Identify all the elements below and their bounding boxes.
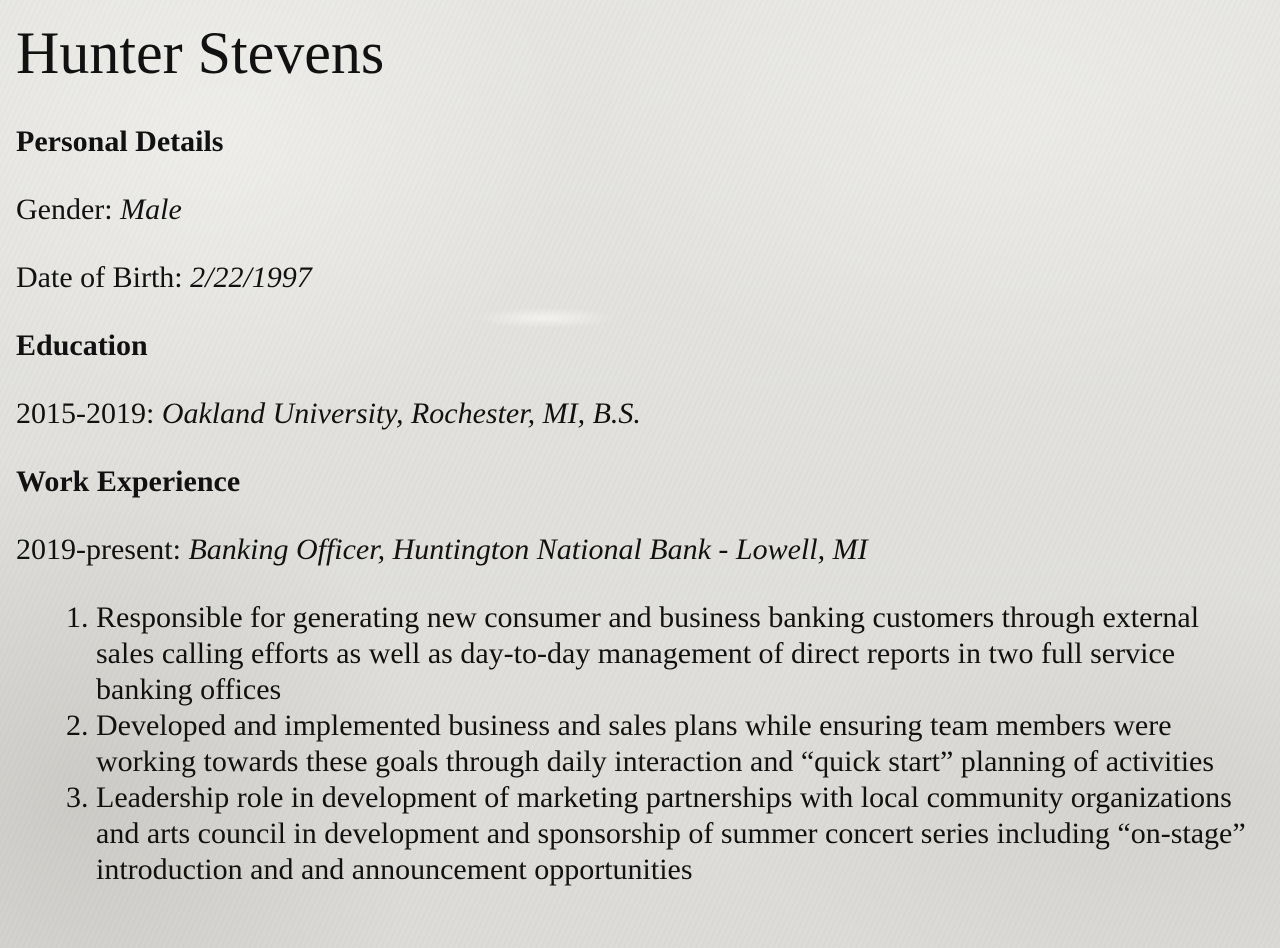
education-entry: 2015-2019: Oakland University, Rochester… [16, 396, 1264, 432]
work-duty-item: Developed and implemented business and s… [96, 708, 1264, 780]
work-duty-item: Leadership role in development of market… [96, 780, 1264, 888]
dob-line: Date of Birth: 2/22/1997 [16, 260, 1264, 296]
work-duties-list: Responsible for generating new consumer … [16, 600, 1264, 888]
education-years: 2015-2019: [16, 397, 155, 430]
education-heading: Education [16, 329, 148, 362]
work-separator: - [710, 533, 736, 566]
gender-value: Male [120, 193, 182, 226]
dob-value: 2/22/1997 [190, 261, 312, 294]
work-entry: 2019-present: Banking Officer, Huntingto… [16, 532, 1264, 568]
work-location: Lowell, MI [735, 533, 868, 566]
education-detail: Oakland University, Rochester, MI, B.S. [161, 397, 641, 430]
work-position: Banking Officer, Huntington National Ban… [188, 533, 711, 566]
resume-page: Hunter Stevens Personal Details Gender: … [0, 0, 1280, 888]
dob-label: Date of Birth: [16, 261, 183, 294]
gender-label: Gender: [16, 193, 113, 226]
personal-details-heading: Personal Details [16, 125, 224, 158]
gender-line: Gender: Male [16, 192, 1264, 228]
work-experience-heading: Work Experience [16, 465, 241, 498]
work-years: 2019-present: [16, 533, 181, 566]
work-duty-item: Responsible for generating new consumer … [96, 600, 1264, 708]
resume-name: Hunter Stevens [16, 20, 385, 86]
